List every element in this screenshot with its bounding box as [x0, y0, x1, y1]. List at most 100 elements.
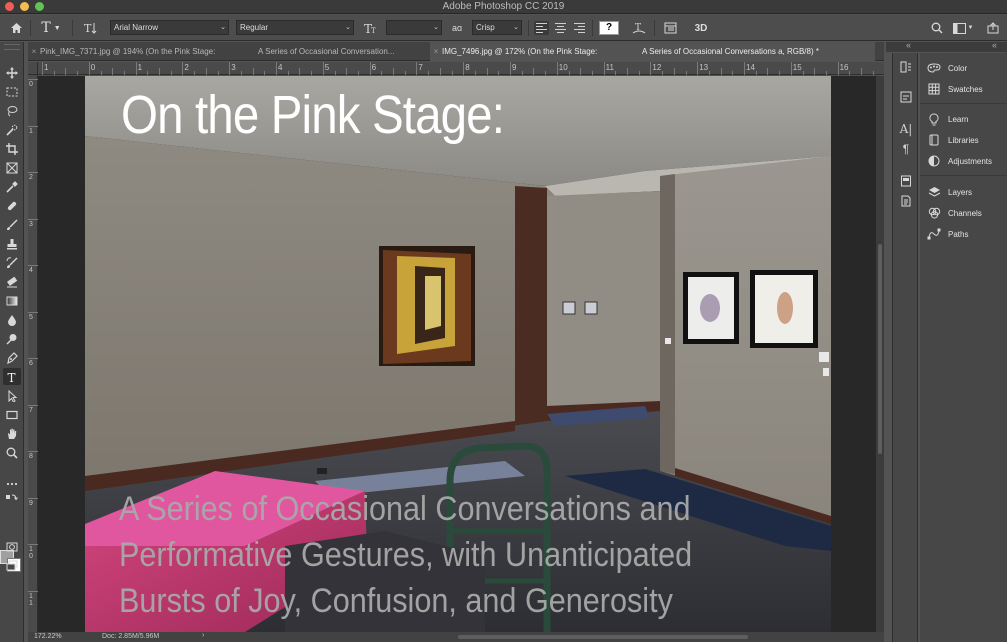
- font-family-select[interactable]: Arial Narrow ⌄: [110, 20, 229, 35]
- paths-icon: [926, 227, 942, 241]
- ruler-minor-tick: [170, 71, 172, 75]
- move-tool-icon[interactable]: [3, 64, 21, 81]
- crop-tool-icon[interactable]: [3, 140, 21, 157]
- workspace-switcher-icon[interactable]: ▼: [950, 19, 976, 37]
- path-selection-tool-icon[interactable]: [3, 387, 21, 404]
- panel-libraries[interactable]: Libraries: [926, 131, 979, 149]
- document-tab-bar: × Pink_IMG_7371.jpg @ 194% (On the Pink S…: [28, 42, 884, 61]
- scrollbar-thumb[interactable]: [878, 244, 882, 454]
- ruler-minor-tick: [627, 68, 628, 75]
- text-color-swatch[interactable]: ?: [598, 19, 620, 37]
- zoom-level[interactable]: 172.22%: [34, 633, 62, 640]
- warp-text-icon[interactable]: T: [630, 19, 648, 37]
- ruler-minor-tick: [498, 71, 500, 75]
- document-tab-title-suffix[interactable]: A Series of Occasional Conversation...: [258, 42, 428, 61]
- align-left-button[interactable]: [534, 21, 549, 35]
- font-size-field[interactable]: ⌄: [386, 20, 442, 35]
- more-tools-icon[interactable]: [3, 475, 21, 492]
- clone-stamp-tool-icon[interactable]: [3, 235, 21, 252]
- character-panel-icon[interactable]: [660, 19, 680, 37]
- properties-panel-icon[interactable]: [898, 89, 914, 105]
- ruler-minor-tick: [240, 71, 242, 75]
- history-brush-tool-icon[interactable]: [3, 254, 21, 271]
- align-center-button[interactable]: [553, 21, 568, 35]
- horizontal-scrollbar-thumb[interactable]: [458, 635, 748, 639]
- ruler-tick: [28, 311, 38, 313]
- headline-text-layer[interactable]: On the Pink Stage:: [121, 84, 505, 146]
- panel-layers[interactable]: Layers: [926, 183, 972, 201]
- document-canvas[interactable]: On the Pink Stage: A Series of Occasiona…: [85, 76, 831, 632]
- 3d-button[interactable]: 3D: [690, 19, 712, 37]
- toggle-text-orientation-icon[interactable]: T: [80, 19, 100, 37]
- ruler-tick: [322, 62, 324, 75]
- search-icon[interactable]: [928, 19, 946, 37]
- dodge-tool-icon[interactable]: [3, 330, 21, 347]
- paragraph-panel-icon[interactable]: ¶: [898, 141, 914, 157]
- document-tab-active-suffix[interactable]: A Series of Occasional Conversations a, …: [625, 42, 875, 61]
- font-style-select[interactable]: Regular ⌄: [236, 20, 354, 35]
- panel-learn[interactable]: Learn: [926, 110, 968, 128]
- font-size-icon: TT: [362, 19, 380, 37]
- blur-tool-icon[interactable]: [3, 311, 21, 328]
- history-panel-icon[interactable]: [898, 59, 914, 75]
- ruler-minor-tick: [100, 71, 102, 75]
- swatches-grid-icon: [926, 82, 942, 96]
- character-panel-icon[interactable]: A|: [898, 121, 914, 137]
- rectangle-tool-icon[interactable]: [3, 406, 21, 423]
- panel-channels[interactable]: Channels: [926, 204, 982, 222]
- hand-tool-icon[interactable]: [3, 425, 21, 442]
- status-menu-arrow-icon[interactable]: ›: [202, 632, 204, 639]
- notes-panel-icon[interactable]: [898, 173, 914, 189]
- quick-mask-icon[interactable]: [3, 538, 21, 555]
- subtitle-line-1[interactable]: A Series of Occasional Conversations and: [119, 490, 691, 529]
- subtitle-line-2[interactable]: Performative Gestures, with Unanticipate…: [119, 536, 692, 575]
- collapse-icon[interactable]: «: [906, 40, 911, 50]
- frame-tool-icon[interactable]: [3, 159, 21, 176]
- canvas-area[interactable]: On the Pink Stage: A Series of Occasiona…: [38, 76, 876, 632]
- ruler-label: 10: [558, 63, 568, 72]
- antialias-select[interactable]: Crisp ⌄: [472, 20, 522, 35]
- ruler-minor-tick: [147, 71, 149, 75]
- zoom-tool-icon[interactable]: [3, 444, 21, 461]
- eraser-tool-icon[interactable]: [3, 273, 21, 290]
- lasso-tool-icon[interactable]: [3, 102, 21, 119]
- tool-preset-picker[interactable]: T ▼: [36, 19, 66, 37]
- ruler-origin[interactable]: [28, 62, 38, 75]
- pen-tool-icon[interactable]: [3, 349, 21, 366]
- document-tab[interactable]: × Pink_IMG_7371.jpg @ 194% (On the Pink S…: [28, 42, 250, 61]
- ruler-label: 9: [29, 499, 33, 507]
- close-icon[interactable]: ×: [430, 42, 442, 61]
- ruler-tick: [837, 62, 839, 75]
- close-icon[interactable]: ×: [28, 42, 40, 61]
- align-right-button[interactable]: [572, 21, 587, 35]
- panel-paths[interactable]: Paths: [926, 225, 968, 243]
- ruler-minor-tick: [123, 71, 125, 75]
- ruler-minor-tick: [673, 68, 675, 75]
- quick-selection-tool-icon[interactable]: [3, 121, 21, 138]
- type-tool-icon[interactable]: T: [3, 368, 21, 385]
- brush-tool-icon[interactable]: [3, 216, 21, 233]
- healing-brush-tool-icon[interactable]: [3, 197, 21, 214]
- gradient-tool-icon[interactable]: [3, 292, 21, 309]
- ruler-tick: [556, 62, 558, 75]
- share-icon[interactable]: [984, 19, 1002, 37]
- swap-colors-icon[interactable]: [3, 493, 21, 505]
- subtitle-line-3[interactable]: Bursts of Joy, Confusion, and Generosity: [119, 582, 673, 621]
- eyedropper-tool-icon[interactable]: [3, 178, 21, 195]
- panel-adjustments[interactable]: Adjustments: [926, 152, 992, 170]
- horizontal-ruler[interactable]: 1 0 1 2 3 4 5 6 7 8 9 10 11 12 13 14 15 16: [38, 62, 884, 75]
- screen-mode-icon[interactable]: [3, 557, 21, 574]
- ruler-minor-tick: [428, 71, 430, 75]
- home-icon[interactable]: [6, 19, 26, 37]
- panel-color[interactable]: Color: [926, 59, 967, 77]
- glyphs-panel-icon[interactable]: [898, 193, 914, 209]
- vertical-ruler[interactable]: 0 1 2 3 4 5 6 7 8 9 1 0 1 1: [28, 75, 38, 632]
- antialias-icon: aɑ: [451, 23, 462, 33]
- marquee-tool-icon[interactable]: [3, 83, 21, 100]
- document-tab-active[interactable]: × IMG_7496.jpg @ 172% (On the Pink Stage:: [430, 42, 625, 61]
- ruler-minor-tick: [767, 68, 769, 75]
- collapse-icon[interactable]: «: [992, 40, 997, 50]
- panel-grip[interactable]: [4, 44, 20, 50]
- vertical-scrollbar[interactable]: [876, 76, 884, 632]
- panel-swatches[interactable]: Swatches: [926, 80, 983, 98]
